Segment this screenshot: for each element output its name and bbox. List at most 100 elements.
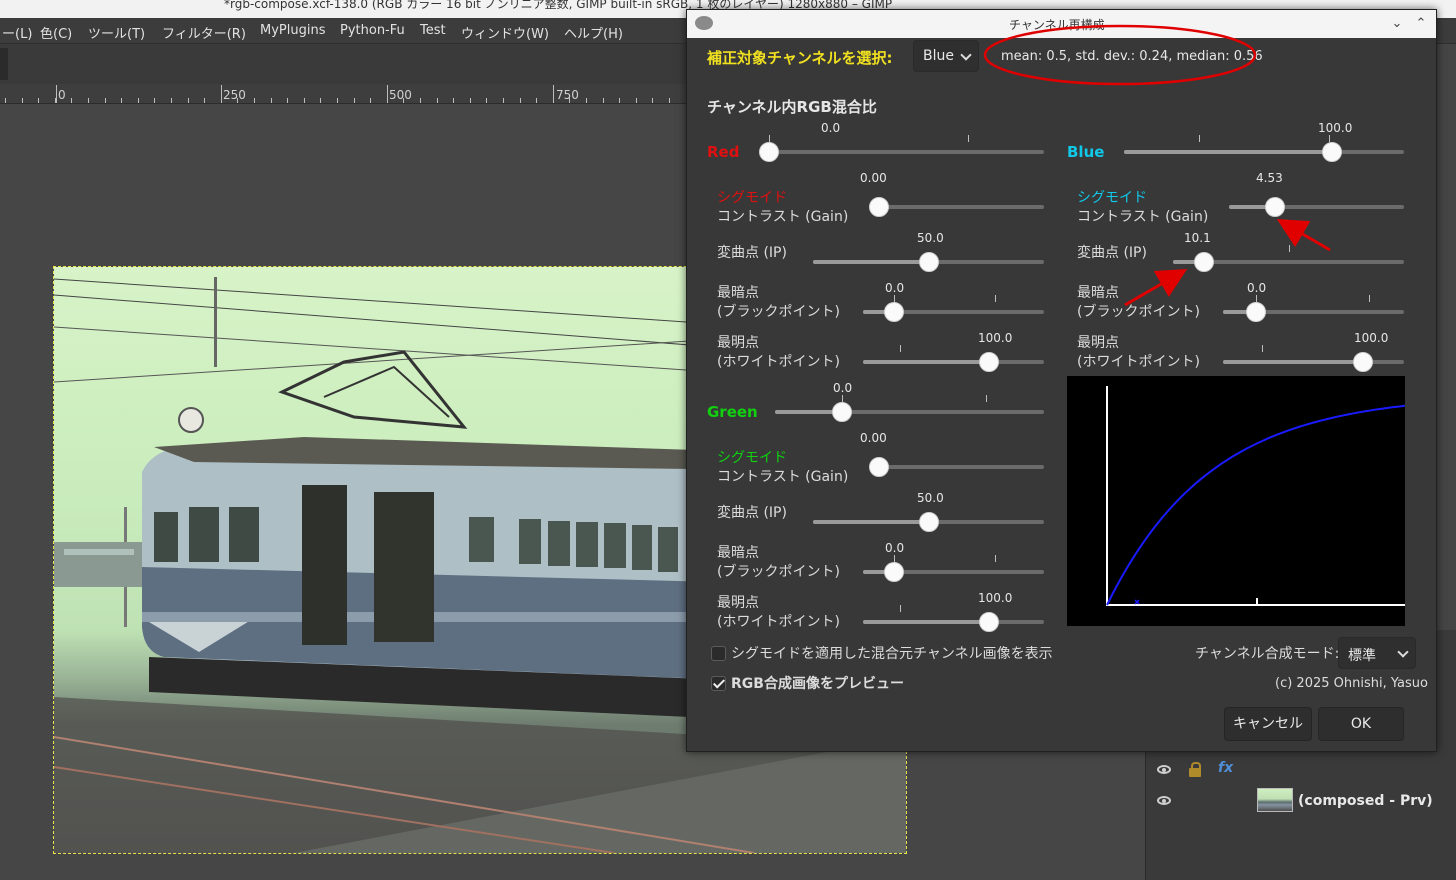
compose-mode-dropdown[interactable]: 標準: [1338, 637, 1416, 669]
layer-visibility-eye-icon[interactable]: [1157, 796, 1171, 805]
menu-layer[interactable]: ー(L): [2, 23, 32, 42]
slider-handle[interactable]: [832, 402, 852, 422]
blue-white-slider[interactable]: [1223, 345, 1404, 372]
ok-button[interactable]: OK: [1318, 707, 1404, 741]
slider-tick: [900, 345, 902, 352]
menu-windows[interactable]: ウィンドウ(W): [461, 23, 549, 42]
red-black-sub: (ブラックポイント): [717, 304, 840, 320]
fx-icon[interactable]: fx: [1218, 760, 1233, 776]
slider-handle[interactable]: [918, 252, 939, 272]
toolbar-handle[interactable]: [0, 48, 8, 80]
ruler-major-tick: [221, 85, 222, 103]
cancel-button[interactable]: キャンセル: [1224, 707, 1312, 741]
green-gain-slider[interactable]: [869, 456, 1044, 477]
minimize-icon[interactable]: ⌄: [1387, 14, 1407, 34]
slider-tick: [1199, 135, 1200, 142]
green-black-slider[interactable]: [863, 555, 1044, 582]
slider-handle[interactable]: [978, 352, 999, 372]
blue-mix-slider[interactable]: [1124, 135, 1404, 162]
ruler-tick: [154, 98, 155, 103]
red-mix-slider[interactable]: [759, 135, 1044, 162]
ruler-major-tick: [553, 85, 554, 103]
menu-tools[interactable]: ツール(T): [88, 23, 145, 42]
slider-handle[interactable]: [869, 197, 889, 217]
slider-handle[interactable]: [1246, 302, 1266, 322]
ruler-tick: [271, 98, 272, 103]
menu-myplugins[interactable]: MyPlugins: [260, 23, 325, 38]
ruler-tick: [569, 98, 570, 103]
blue-ip-slider[interactable]: [1173, 245, 1404, 272]
red-white-sub: (ホワイトポイント): [717, 354, 840, 370]
red-white-slider[interactable]: [863, 345, 1044, 372]
slider-track[interactable]: [869, 205, 1044, 209]
green-white-label: 最明点: [717, 595, 759, 611]
slider-handle[interactable]: [918, 512, 939, 532]
ruler-tick: [188, 98, 189, 103]
blue-gain-value: 4.53: [1256, 171, 1283, 185]
ruler-tick: [603, 98, 604, 103]
preview-label[interactable]: RGB合成画像をプレビュー: [731, 674, 904, 694]
menu-colors[interactable]: 色(C): [40, 23, 72, 42]
slider-track[interactable]: [869, 465, 1044, 469]
show-sigmoid-label[interactable]: シグモイドを適用した混合元チャンネル画像を表示: [731, 644, 1053, 664]
green-gain-label: コントラスト (Gain): [717, 469, 849, 485]
blue-black-slider[interactable]: [1223, 295, 1404, 322]
slider-tick: [900, 605, 902, 612]
slider-handle[interactable]: [1321, 142, 1342, 162]
blue-white-sub: (ホワイトポイント): [1077, 354, 1200, 370]
ruler-tick: [287, 98, 288, 103]
blue-ip-label: 変曲点 (IP): [1077, 245, 1147, 261]
green-channel-label: Green: [707, 403, 758, 421]
slider-tick: [1369, 295, 1371, 302]
menu-filters[interactable]: フィルター(R): [162, 23, 246, 42]
slider-handle[interactable]: [884, 562, 904, 582]
horizontal-ruler[interactable]: 0 250 500 750: [0, 84, 687, 104]
green-white-sub: (ホワイトポイント): [717, 614, 840, 630]
green-white-value: 100.0: [978, 591, 1013, 605]
slider-handle[interactable]: [884, 302, 904, 322]
red-sigmoid-label: シグモイド: [717, 190, 787, 206]
ruler-tick: [453, 98, 454, 103]
slider-handle[interactable]: [759, 142, 779, 162]
preview-checkbox[interactable]: [711, 676, 726, 691]
red-gain-slider[interactable]: [869, 196, 1044, 217]
slider-handle[interactable]: [1264, 197, 1285, 217]
gimp-icon: [695, 16, 713, 30]
ruler-tick: [619, 98, 620, 103]
eye-icon[interactable]: [1157, 765, 1171, 774]
copyright-text: (c) 2025 Ohnishi, Yasuo: [1275, 676, 1428, 691]
slider-tick: [967, 135, 969, 142]
maximize-icon[interactable]: ⌃: [1411, 14, 1431, 34]
show-sigmoid-checkbox[interactable]: [711, 646, 726, 661]
slider-handle[interactable]: [1353, 352, 1374, 372]
slider-fill: [813, 260, 929, 264]
dialog-titlebar[interactable]: チャンネル再構成 ⌄ ⌃: [687, 10, 1436, 38]
green-mix-slider[interactable]: [775, 395, 1044, 422]
ruler-tick: [105, 98, 106, 103]
slider-handle[interactable]: [1194, 252, 1215, 272]
green-white-slider[interactable]: [863, 605, 1044, 632]
red-black-slider[interactable]: [863, 295, 1044, 322]
green-ip-slider[interactable]: [813, 511, 1044, 532]
lock-icon[interactable]: [1189, 762, 1201, 777]
blue-gain-slider[interactable]: [1229, 196, 1404, 217]
menu-help[interactable]: ヘルプ(H): [564, 23, 623, 42]
chevron-down-icon: [1397, 646, 1409, 658]
layer-name[interactable]: (composed - Prv): [1298, 793, 1433, 809]
ruler-tick: [38, 98, 39, 103]
blue-sigmoid-label: シグモイド: [1077, 190, 1147, 206]
slider-track[interactable]: [759, 150, 1044, 154]
red-ip-slider[interactable]: [813, 251, 1044, 272]
ruler-tick: [370, 98, 371, 103]
slider-tick: [894, 295, 895, 302]
red-white-label: 最明点: [717, 335, 759, 351]
menu-python-fu[interactable]: Python-Fu: [340, 23, 405, 38]
sigmoid-curve-preview: [1067, 376, 1408, 626]
channel-select-dropdown[interactable]: Blue: [913, 40, 979, 72]
menu-test[interactable]: Test: [420, 23, 446, 38]
slider-handle[interactable]: [978, 612, 999, 632]
ruler-major-tick: [387, 85, 388, 103]
layer-thumbnail[interactable]: [1257, 788, 1293, 812]
green-ip-label: 変曲点 (IP): [717, 505, 787, 521]
slider-handle[interactable]: [869, 457, 889, 477]
